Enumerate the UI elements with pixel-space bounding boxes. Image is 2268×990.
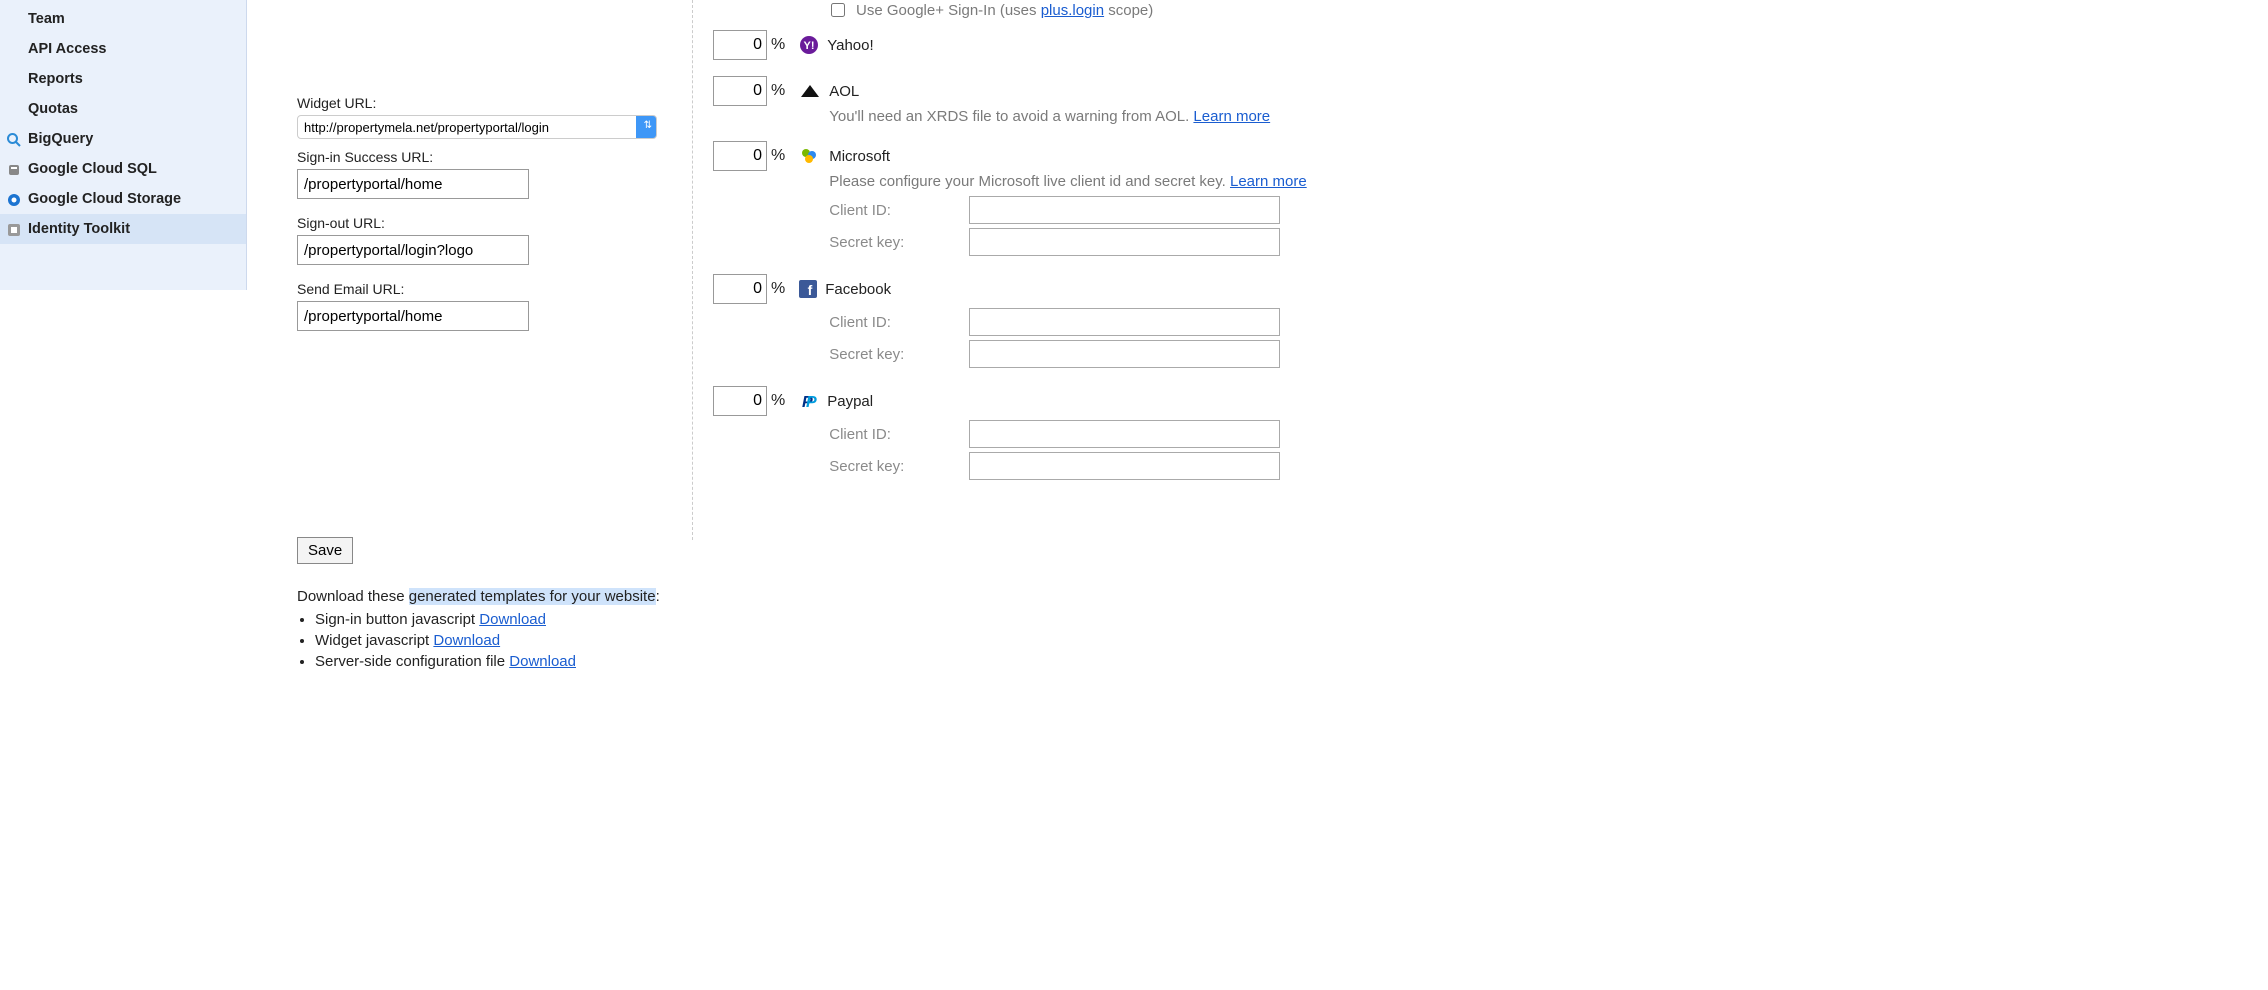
plus-login-link[interactable]: plus.login — [1041, 2, 1104, 19]
download-text: Download these generated templates for y… — [297, 588, 692, 605]
sidebar-item-identity-toolkit[interactable]: Identity Toolkit — [0, 214, 246, 244]
facebook-name: Facebook — [825, 281, 891, 298]
svg-text:P: P — [806, 394, 817, 411]
sidebar-item-label: API Access — [28, 41, 106, 57]
send-email-url-input[interactable] — [297, 301, 529, 331]
yahoo-percent-input[interactable] — [713, 30, 767, 60]
facebook-percent-input[interactable] — [713, 274, 767, 304]
paypal-secret-key-input[interactable] — [969, 452, 1280, 480]
microsoft-name: Microsoft — [829, 148, 890, 165]
percent-sign: % — [771, 274, 785, 304]
sidebar-item-label: BigQuery — [28, 131, 93, 147]
paypal-client-id-label: Client ID: — [829, 426, 969, 443]
sidebar-item-cloud-sql[interactable]: Google Cloud SQL — [0, 154, 246, 184]
microsoft-client-id-input[interactable] — [969, 196, 1280, 224]
download-item: Server-side configuration file Download — [315, 653, 692, 670]
aol-icon — [799, 83, 821, 99]
microsoft-icon — [799, 146, 821, 166]
widget-url-select[interactable]: http://propertymela.net/propertyportal/l… — [297, 115, 657, 139]
column-divider — [692, 0, 693, 540]
signin-success-input[interactable] — [297, 169, 529, 199]
send-email-url-label: Send Email URL: — [297, 281, 692, 297]
sidebar-item-api-access[interactable]: API Access — [0, 34, 246, 64]
percent-sign: % — [771, 386, 785, 416]
facebook-client-id-input[interactable] — [969, 308, 1280, 336]
svg-text:Y!: Y! — [804, 40, 815, 52]
paypal-icon: PP — [799, 391, 819, 411]
google-plus-label: Use Google+ Sign-In (uses plus.login sco… — [856, 2, 1153, 19]
paypal-client-id-input[interactable] — [969, 420, 1280, 448]
yahoo-icon: Y! — [799, 35, 819, 55]
percent-sign: % — [771, 30, 785, 60]
sidebar-item-label: Google Cloud SQL — [28, 161, 157, 177]
svg-text:f: f — [808, 282, 813, 298]
db-icon — [6, 162, 22, 178]
sidebar-item-label: Identity Toolkit — [28, 221, 130, 237]
sidebar-item-label: Google Cloud Storage — [28, 191, 181, 207]
percent-sign: % — [771, 141, 785, 171]
signin-success-label: Sign-in Success URL: — [297, 149, 692, 165]
microsoft-secret-key-input[interactable] — [969, 228, 1280, 256]
search-icon — [6, 132, 22, 148]
aol-percent-input[interactable] — [713, 76, 767, 106]
download-item: Widget javascript Download — [315, 632, 692, 649]
toolkit-icon — [6, 222, 22, 238]
facebook-icon: f — [799, 280, 817, 298]
aol-learn-more-link[interactable]: Learn more — [1193, 108, 1270, 125]
download-link-widget[interactable]: Download — [433, 632, 500, 649]
microsoft-percent-input[interactable] — [713, 141, 767, 171]
yahoo-name: Yahoo! — [827, 37, 873, 54]
microsoft-secret-key-label: Secret key: — [829, 234, 969, 251]
facebook-client-id-label: Client ID: — [829, 314, 969, 331]
aol-subtext: You'll need an XRDS file to avoid a warn… — [829, 108, 2228, 125]
signout-url-input[interactable] — [297, 235, 529, 265]
facebook-secret-key-label: Secret key: — [829, 346, 969, 363]
widget-url-label: Widget URL: — [297, 95, 692, 111]
sidebar-item-bigquery[interactable]: BigQuery — [0, 124, 246, 154]
disk-icon — [6, 192, 22, 208]
microsoft-client-id-label: Client ID: — [829, 202, 969, 219]
sidebar-item-quotas[interactable]: Quotas — [0, 94, 246, 124]
download-link-server-config[interactable]: Download — [509, 653, 576, 670]
sidebar-item-label: Reports — [28, 71, 83, 87]
microsoft-subtext: Please configure your Microsoft live cli… — [829, 173, 2228, 190]
facebook-secret-key-input[interactable] — [969, 340, 1280, 368]
sidebar-item-label: Quotas — [28, 101, 78, 117]
aol-name: AOL — [829, 83, 859, 100]
download-link-signin-button[interactable]: Download — [479, 611, 546, 628]
paypal-name: Paypal — [827, 393, 873, 410]
percent-sign: % — [771, 76, 785, 106]
signout-url-label: Sign-out URL: — [297, 215, 692, 231]
save-button[interactable]: Save — [297, 537, 353, 564]
paypal-secret-key-label: Secret key: — [829, 458, 969, 475]
sidebar-item-label: Team — [28, 11, 65, 27]
sidebar-item-team[interactable]: Team — [0, 4, 246, 34]
sidebar-item-reports[interactable]: Reports — [0, 64, 246, 94]
sidebar: Team API Access Reports Quotas BigQuery … — [0, 0, 247, 290]
sidebar-item-cloud-storage[interactable]: Google Cloud Storage — [0, 184, 246, 214]
paypal-percent-input[interactable] — [713, 386, 767, 416]
google-plus-checkbox[interactable] — [831, 3, 845, 17]
download-item: Sign-in button javascript Download — [315, 611, 692, 628]
microsoft-learn-more-link[interactable]: Learn more — [1230, 173, 1307, 190]
